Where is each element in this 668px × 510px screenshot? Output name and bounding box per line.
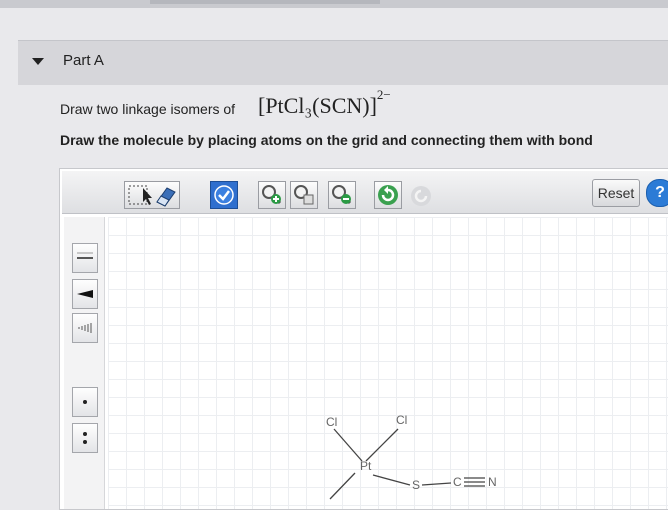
bond-cl1-pt[interactable] xyxy=(333,428,363,462)
eraser-icon[interactable] xyxy=(156,187,176,207)
bond-sidebar xyxy=(64,217,105,509)
zoom-fit-icon xyxy=(294,185,314,205)
drawing-canvas[interactable]: Cl Cl Pt S C N xyxy=(108,217,668,509)
select-eraser-group xyxy=(124,181,180,209)
wedge-bond-button[interactable] xyxy=(72,279,98,309)
single-bond-icon xyxy=(77,252,93,259)
zoom-out-icon xyxy=(332,185,352,205)
zoom-fit-button[interactable] xyxy=(290,181,318,209)
check-button[interactable] xyxy=(210,181,238,209)
part-title: Part A xyxy=(63,52,104,69)
complex-formula: [PtCl₃(SCN)]2− xyxy=(258,87,391,119)
collapse-caret-icon[interactable] xyxy=(32,58,44,65)
redo-icon xyxy=(411,186,431,206)
lone-pair-button[interactable] xyxy=(72,387,98,417)
atom-cl-1[interactable]: Cl xyxy=(326,415,337,429)
atom-c[interactable]: C xyxy=(453,475,462,489)
zoom-out-button[interactable] xyxy=(328,181,356,209)
part-a-header[interactable]: Part A xyxy=(18,40,668,85)
dot-icon xyxy=(83,400,87,404)
formula-charge: 2− xyxy=(376,87,391,102)
molecule-editor: Reset ? Cl Cl Pt S C N xyxy=(59,168,668,510)
undo-icon xyxy=(378,185,398,205)
zoom-in-icon xyxy=(262,185,282,205)
top-tab xyxy=(150,0,380,4)
editor-toolbar: Reset ? xyxy=(62,171,668,214)
undo-button[interactable] xyxy=(374,181,402,209)
redo-button[interactable] xyxy=(410,185,432,207)
formula-main: [PtCl₃(SCN)] xyxy=(258,93,377,118)
wedge-bond-icon xyxy=(77,290,93,298)
select-arrow-icon[interactable] xyxy=(125,182,179,208)
help-button[interactable]: ? xyxy=(646,179,668,207)
two-dots-icon xyxy=(83,432,87,444)
bond-pt-cl3[interactable] xyxy=(329,472,356,500)
molecule-bonds xyxy=(329,428,485,500)
instruction-line-1: Draw two linkage isomers of xyxy=(60,101,236,117)
bond-c-n-triple[interactable] xyxy=(464,477,485,487)
hash-bond-button[interactable] xyxy=(72,313,98,343)
reset-button[interactable]: Reset xyxy=(592,179,640,207)
atom-n[interactable]: N xyxy=(488,475,497,489)
atom-s[interactable]: S xyxy=(412,478,420,492)
bond-cl2-pt[interactable] xyxy=(365,428,399,462)
top-strip xyxy=(0,0,668,8)
atom-pt[interactable]: Pt xyxy=(360,459,371,473)
bond-s-c[interactable] xyxy=(421,482,452,486)
zoom-in-button[interactable] xyxy=(258,181,286,209)
bond-pt-s[interactable] xyxy=(372,474,411,486)
electron-pair-button[interactable] xyxy=(72,423,98,453)
single-bond-button[interactable] xyxy=(72,243,98,273)
check-icon xyxy=(214,185,234,205)
hash-bond-icon xyxy=(78,323,92,333)
instruction-line-2: Draw the molecule by placing atoms on th… xyxy=(60,132,593,148)
atom-cl-2[interactable]: Cl xyxy=(396,413,407,427)
